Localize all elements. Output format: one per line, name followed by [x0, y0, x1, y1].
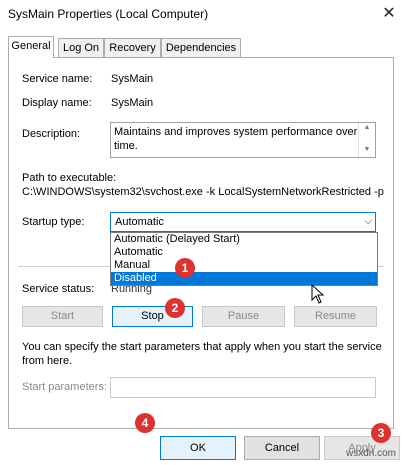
- resume-button[interactable]: Resume: [294, 306, 377, 327]
- startup-type-dropdown[interactable]: Automatic (Delayed Start) Automatic Manu…: [110, 232, 378, 286]
- option-automatic[interactable]: Automatic: [111, 246, 377, 259]
- startup-type-select[interactable]: Automatic ⌵: [110, 212, 376, 232]
- close-icon[interactable]: ✕: [378, 3, 400, 25]
- mouse-cursor-icon: [311, 284, 325, 304]
- help-text: You can specify the start parameters tha…: [22, 341, 382, 367]
- chevron-down-icon[interactable]: ⌵: [364, 213, 372, 231]
- watermark: wsxdn.com: [345, 448, 396, 459]
- option-disabled[interactable]: Disabled: [111, 272, 377, 285]
- startup-type-label: Startup type:: [22, 216, 85, 228]
- start-parameters-input[interactable]: [110, 377, 376, 398]
- display-name-value: SysMain: [111, 97, 154, 109]
- tab-recovery[interactable]: Recovery: [104, 38, 161, 57]
- start-button[interactable]: Start: [22, 306, 103, 327]
- title-bar: SysMain Properties (Local Computer) ✕: [0, 0, 404, 30]
- service-name-value: SysMain: [111, 73, 154, 85]
- option-automatic-delayed[interactable]: Automatic (Delayed Start): [111, 233, 377, 246]
- annotation-badge-1: 1: [175, 258, 195, 278]
- tab-log-on[interactable]: Log On: [58, 38, 104, 57]
- description-text: Maintains and improves system performanc…: [114, 126, 358, 152]
- window-title: SysMain Properties (Local Computer): [8, 7, 209, 21]
- description-label: Description:: [22, 128, 81, 140]
- scroll-up-icon[interactable]: ▲: [359, 123, 375, 133]
- option-manual[interactable]: Manual: [111, 259, 377, 272]
- annotation-badge-2: 2: [165, 298, 185, 318]
- scroll-down-icon[interactable]: ▼: [359, 145, 375, 155]
- tab-dependencies[interactable]: Dependencies: [161, 38, 241, 57]
- start-parameters-label: Start parameters:: [22, 381, 107, 393]
- description-scrollbar[interactable]: ▲ ▼: [358, 123, 375, 157]
- path-label: Path to executable:: [22, 172, 117, 184]
- description-box[interactable]: Maintains and improves system performanc…: [110, 122, 376, 158]
- service-name-label: Service name:: [22, 73, 93, 85]
- service-status-label: Service status:: [22, 283, 95, 295]
- tab-general[interactable]: General: [8, 36, 54, 58]
- annotation-badge-3: 3: [371, 423, 391, 443]
- cancel-button[interactable]: Cancel: [244, 436, 320, 460]
- startup-type-value: Automatic: [115, 216, 164, 228]
- path-value: C:\WINDOWS\system32\svchost.exe -k Local…: [22, 186, 384, 198]
- pause-button[interactable]: Pause: [202, 306, 285, 327]
- ok-button[interactable]: OK: [160, 436, 236, 460]
- annotation-badge-4: 4: [135, 413, 155, 433]
- display-name-label: Display name:: [22, 97, 92, 109]
